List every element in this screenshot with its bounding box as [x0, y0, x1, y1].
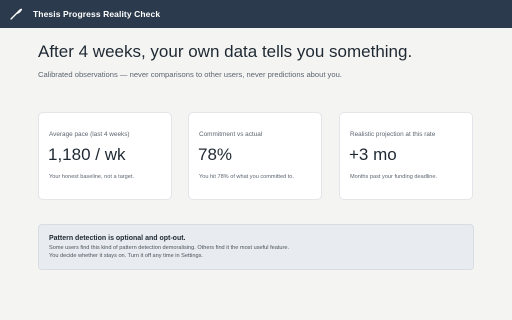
page-subtitle: Calibrated observations — never comparis…	[38, 70, 342, 79]
notice-text: You decide whether it stays on. Turn it …	[49, 253, 203, 259]
card-value: 78%	[198, 145, 233, 164]
card-note: Your honest baseline, not a target.	[49, 174, 135, 180]
commitment-vs-actual-card: Commitment vs actual 78% You hit 78% of …	[188, 112, 322, 200]
card-note: Months past your funding deadline.	[350, 174, 438, 180]
average-pace-card: Average pace (last 4 weeks) 1,180 / wk Y…	[38, 112, 172, 200]
realistic-projection-card: Realistic projection at this rate +3 mo …	[339, 112, 473, 200]
notice-text: Some users find this kind of pattern det…	[49, 245, 290, 251]
card-label: Average pace (last 4 weeks)	[49, 131, 130, 138]
title-bar: Thesis Progress Reality Check	[0, 0, 512, 28]
card-note: You hit 78% of what you committed to.	[199, 174, 294, 180]
quill-icon	[9, 7, 23, 21]
page-headline: After 4 weeks, your own data tells you s…	[38, 42, 413, 61]
pattern-detection-notice: Pattern detection is optional and opt-ou…	[38, 224, 474, 270]
window-title: Thesis Progress Reality Check	[33, 9, 161, 19]
notice-title: Pattern detection is optional and opt-ou…	[49, 235, 186, 242]
card-label: Realistic projection at this rate	[350, 131, 436, 138]
card-value: 1,180 / wk	[48, 145, 126, 164]
card-label: Commitment vs actual	[199, 131, 263, 138]
card-value: +3 mo	[349, 145, 397, 164]
